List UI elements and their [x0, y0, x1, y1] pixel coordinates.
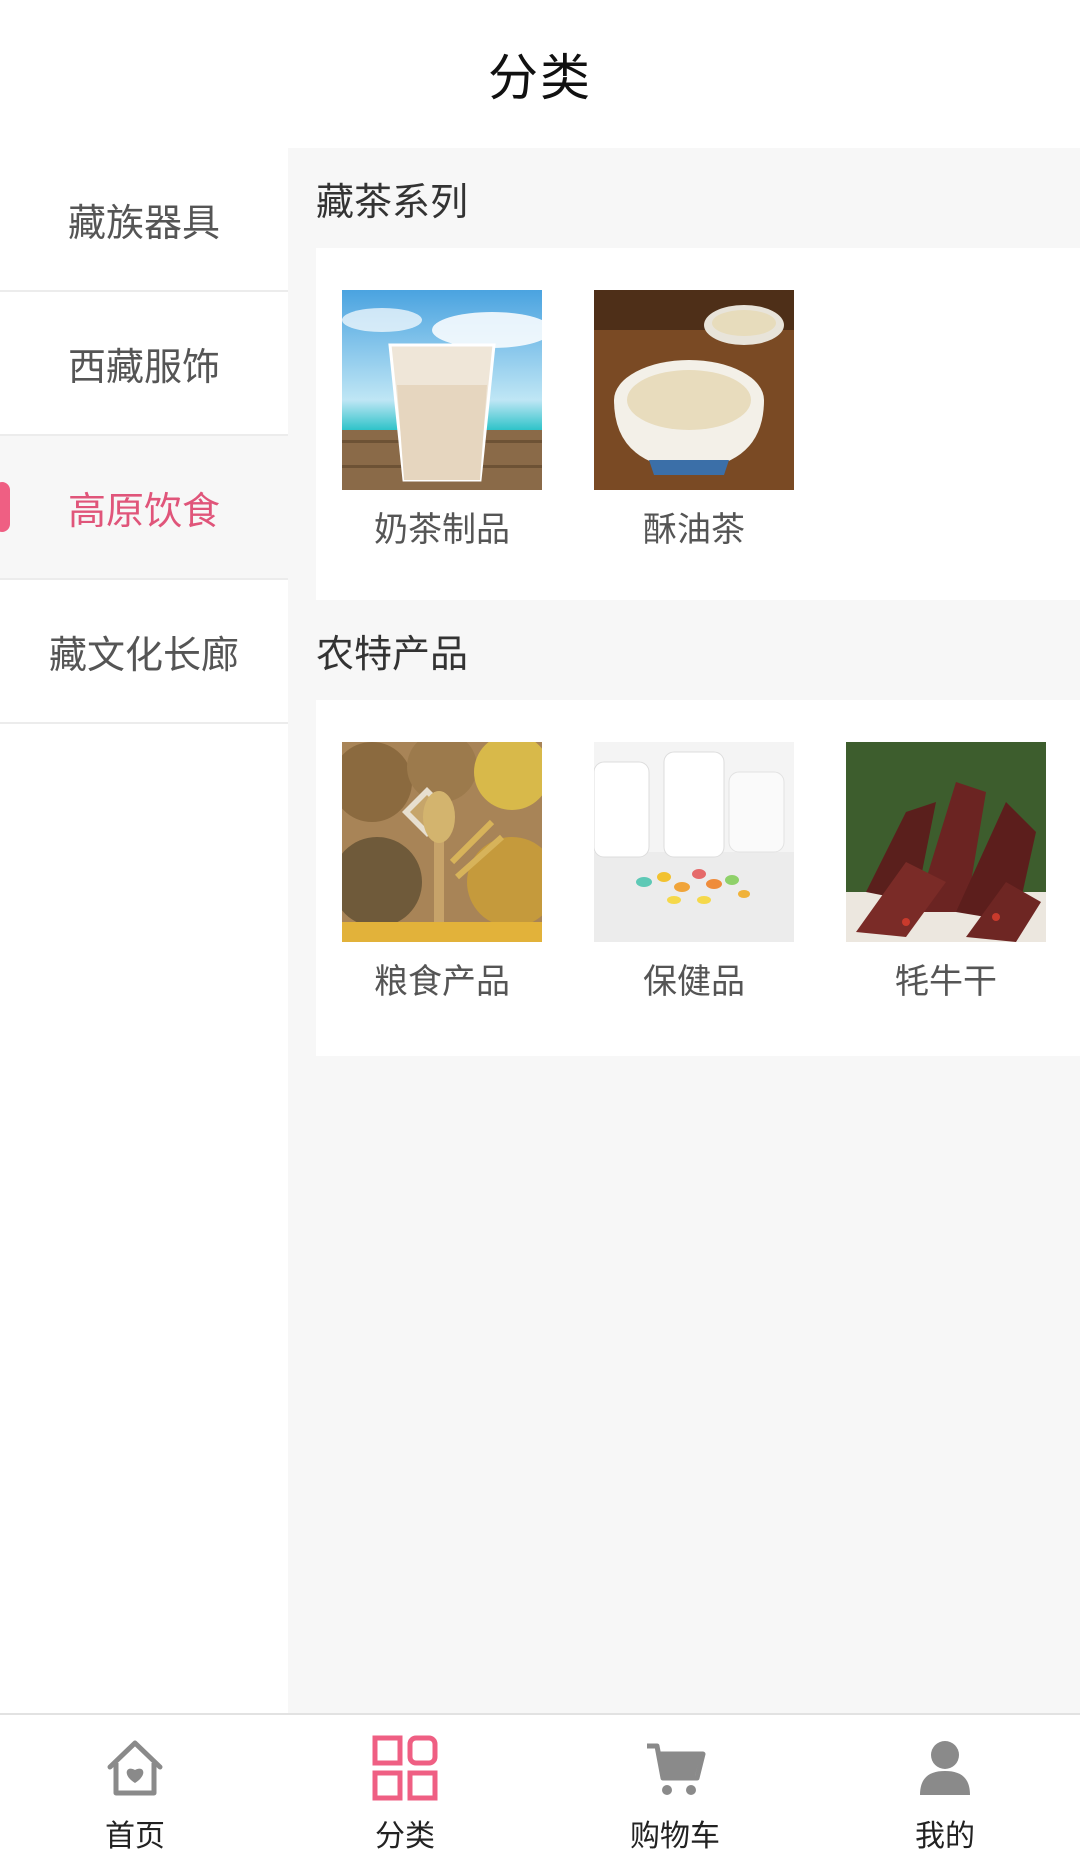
tab-label: 我的 — [915, 1819, 975, 1854]
product-name: 粮食产品 — [374, 962, 510, 1002]
product-supplement[interactable]: 保健品 — [594, 742, 794, 1056]
supplement-image — [594, 742, 794, 942]
section-title: 藏茶系列 — [316, 179, 469, 224]
product-name: 奶茶制品 — [374, 510, 510, 550]
product-name: 酥油茶 — [643, 510, 745, 550]
grain-image — [342, 742, 542, 942]
sidebar-item-plateau-food[interactable]: 高原饮食 — [0, 436, 288, 580]
product-grain[interactable]: 粮食产品 — [342, 742, 542, 1056]
header: 分类 — [0, 0, 1080, 148]
section-card: 粮食产品 保健品 牦牛干 — [316, 700, 1080, 1056]
product-butter-tea[interactable]: 酥油茶 — [594, 290, 794, 600]
user-icon — [910, 1733, 980, 1803]
product-milk-tea[interactable]: 奶茶制品 — [342, 290, 542, 600]
tab-category[interactable]: 分类 — [270, 1715, 540, 1865]
yak-jerky-image — [846, 742, 1046, 942]
section-card: 奶茶制品 酥油茶 — [316, 248, 1080, 600]
bottom-tab-bar: 首页 分类 购物车 我的 — [0, 1713, 1080, 1865]
sidebar-item-label: 西藏服饰 — [67, 344, 220, 389]
tab-profile[interactable]: 我的 — [810, 1715, 1080, 1865]
tab-home[interactable]: 首页 — [0, 1715, 270, 1865]
product-name: 保健品 — [643, 962, 745, 1002]
category-content: 藏茶系列 奶茶制品 酥油茶 农特产品 粮食产品 保健品 牦牛干 — [288, 148, 1080, 1713]
page-title: 分类 — [488, 49, 592, 107]
tab-cart[interactable]: 购物车 — [540, 1715, 810, 1865]
butter-tea-image — [594, 290, 794, 490]
sidebar-item-culture-gallery[interactable]: 藏文化长廊 — [0, 580, 288, 724]
sidebar-item-tibetan-utensils[interactable]: 藏族器具 — [0, 148, 288, 292]
tab-label: 首页 — [105, 1819, 165, 1854]
tab-label: 购物车 — [630, 1819, 720, 1854]
sidebar-item-label: 高原饮食 — [67, 488, 220, 533]
home-icon — [100, 1733, 170, 1803]
milk-tea-image — [342, 290, 542, 490]
sidebar-item-label: 藏文化长廊 — [48, 632, 239, 677]
sidebar-item-tibetan-clothing[interactable]: 西藏服饰 — [0, 292, 288, 436]
product-yak-jerky[interactable]: 牦牛干 — [846, 742, 1046, 1056]
tab-label: 分类 — [375, 1819, 435, 1854]
app: 分类 藏族器具 西藏服饰 高原饮食 藏文化长廊 藏茶系列 奶茶制品 酥油茶 农特… — [0, 0, 1080, 1865]
section-title: 农特产品 — [316, 631, 469, 676]
category-sidebar: 藏族器具 西藏服饰 高原饮食 藏文化长廊 — [0, 148, 288, 1713]
active-indicator — [0, 482, 10, 532]
product-name: 牦牛干 — [895, 962, 997, 1002]
category-icon — [370, 1733, 440, 1803]
sidebar-item-label: 藏族器具 — [67, 200, 220, 245]
cart-icon — [640, 1733, 710, 1803]
